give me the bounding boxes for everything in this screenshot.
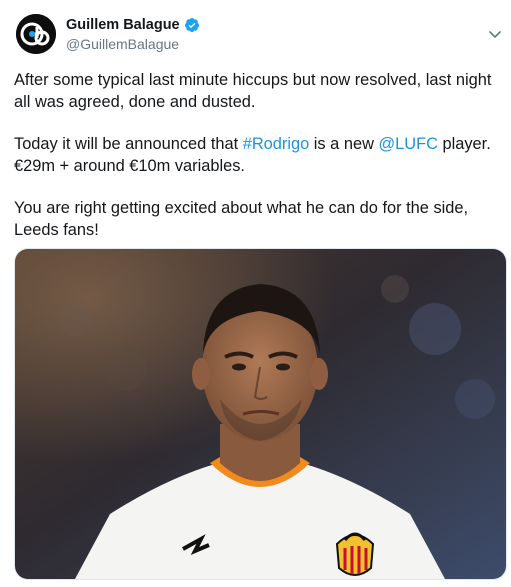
author-name-row: Guillem Balague [66, 17, 200, 33]
gb-logo-icon [16, 14, 56, 54]
tweet-paragraph-2: Today it will be announced that #Rodrigo… [14, 134, 498, 177]
tweet-photo[interactable] [14, 248, 507, 580]
author-display-name[interactable]: Guillem Balague [66, 17, 180, 33]
mention-link[interactable]: @LUFC [378, 135, 437, 153]
tweet-paragraph-1: After some typical last minute hiccups b… [14, 71, 492, 111]
footballer-photo [15, 249, 506, 579]
tweet-paragraph-3: You are right getting excited about what… [14, 199, 469, 239]
verified-badge-icon [184, 18, 199, 32]
chevron-down-icon[interactable] [487, 26, 503, 42]
avatar[interactable] [16, 14, 56, 54]
tweet-text-segment: Today it will be announced that [14, 135, 243, 153]
hashtag-link[interactable]: #Rodrigo [243, 135, 310, 153]
tweet-text-segment: is a new [309, 135, 379, 153]
author-handle[interactable]: @GuillemBalague [66, 36, 179, 52]
tweet-card: Guillem Balague @GuillemBalague After so… [0, 0, 511, 587]
tweet-text: After some typical last minute hiccups b… [14, 70, 498, 262]
